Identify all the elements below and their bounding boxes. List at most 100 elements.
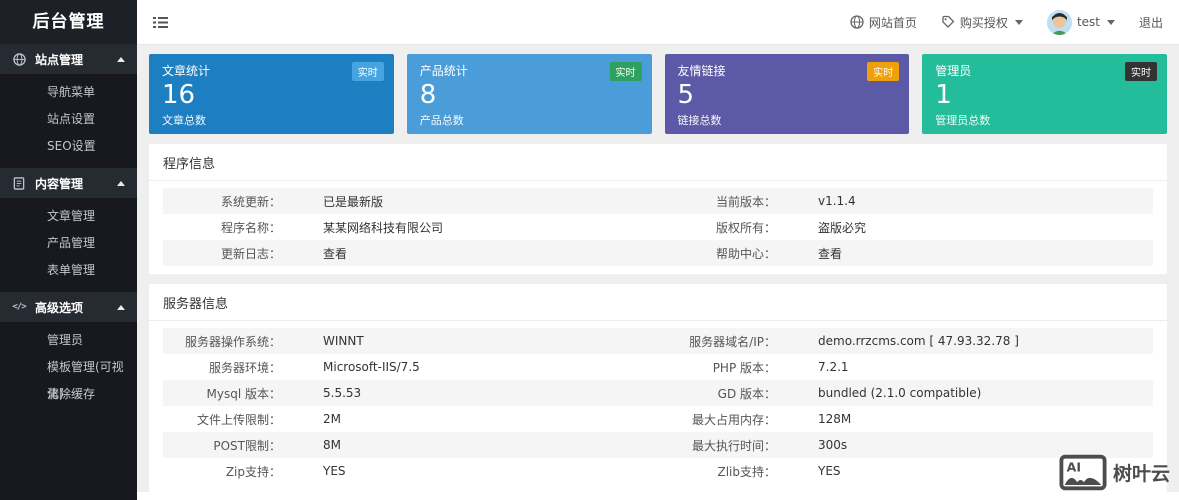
sidebar-item-templates[interactable]: 模板管理(可视化) [0, 354, 137, 401]
sidebar-toggle-icon[interactable] [153, 16, 168, 29]
info-label: Zlib支持： [717, 464, 776, 479]
buy-license-menu[interactable]: 购买授权 [941, 14, 1023, 31]
sidebar: 后台管理 站点管理 导航菜单 站点设置 SEO设置 内容管理 文章管理 产品管理… [0, 0, 137, 500]
info-value: WINNT [323, 334, 364, 348]
sidebar-item-admins[interactable]: 管理员 [0, 327, 137, 354]
realtime-badge: 实时 [351, 62, 384, 81]
stat-card-articles: 文章统计 实时 16 文章总数 [149, 54, 394, 134]
caret-up-icon [117, 180, 125, 186]
info-label: 帮助中心： [715, 246, 776, 261]
card-title: 文章统计 [162, 64, 211, 78]
info-value: YES [818, 464, 841, 478]
sidebar-group-label: 内容管理 [35, 176, 84, 191]
sidebar-group-site[interactable]: 站点管理 [0, 44, 137, 74]
sidebar-item-products[interactable]: 产品管理 [0, 230, 137, 257]
panel-title: 服务器信息 [149, 284, 1167, 321]
globe-icon [12, 52, 26, 66]
info-label: POST限制： [213, 438, 281, 453]
sidebar-item-forms[interactable]: 表单管理 [0, 257, 137, 284]
info-row: 服务器环境： Microsoft-IIS/7.5 PHP 版本： 7.2.1 [163, 354, 1153, 380]
help-center-view-link[interactable]: 查看 [818, 245, 842, 262]
info-label: 程序名称： [220, 220, 281, 235]
main-area: 网站首页 购买授权 test 退出 文章统计 实时 16 文章总数 产品统计 实… [137, 0, 1179, 500]
realtime-badge: 实时 [1125, 62, 1157, 81]
info-row: POST限制： 8M 最大执行时间： 300s [163, 432, 1153, 458]
server-info-panel: 服务器信息 服务器操作系统： WINNT 服务器域名/IP： demo.rrzcms… [149, 284, 1167, 492]
avatar [1046, 9, 1072, 35]
sidebar-item-seo-settings[interactable]: SEO设置 [0, 133, 137, 160]
info-label: Mysql 版本： [206, 386, 281, 401]
realtime-badge: 实时 [867, 62, 900, 81]
info-row: Zip支持： YES Zlib支持： YES [163, 458, 1153, 484]
stat-card-admins: 管理员 实时 1 管理员总数 [922, 54, 1167, 134]
sidebar-submenu-site: 导航菜单 站点设置 SEO设置 [0, 74, 137, 168]
info-value: demo.rrzcms.com [ 47.93.32.78 ] [818, 334, 1019, 348]
code-icon: </> [12, 302, 26, 312]
card-value: 5 [677, 80, 695, 110]
card-title: 友情链接 [677, 64, 726, 78]
svg-text:AI: AI [1067, 460, 1081, 475]
chevron-down-icon [1106, 19, 1115, 25]
card-value: 8 [419, 80, 437, 110]
info-value: 300s [818, 438, 848, 452]
sidebar-group-label: 高级选项 [35, 300, 84, 315]
user-menu[interactable]: test [1046, 9, 1115, 35]
info-value: 已是最新版 [323, 194, 384, 209]
sidebar-item-articles[interactable]: 文章管理 [0, 203, 137, 230]
stat-cards: 文章统计 实时 16 文章总数 产品统计 实时 8 产品总数 友情链接 实时 5… [149, 54, 1167, 134]
watermark-label: 树叶云 [1112, 463, 1170, 485]
info-value: 某某网络科技有限公司 [323, 220, 444, 235]
sidebar-group-content[interactable]: 内容管理 [0, 168, 137, 198]
app-title: 后台管理 [0, 0, 137, 44]
info-label: 最大占用内存： [691, 412, 776, 427]
content: 文章统计 实时 16 文章总数 产品统计 实时 8 产品总数 友情链接 实时 5… [137, 45, 1179, 492]
footer: Copyright © 2012-2018 某某公司 版权所有 Powered … [137, 492, 1179, 500]
info-row: 程序名称： 某某网络科技有限公司 版权所有： 盗版必究 [163, 214, 1153, 240]
site-home-label: 网站首页 [868, 15, 917, 30]
stat-card-links: 友情链接 实时 5 链接总数 [664, 54, 910, 134]
info-label: 文件上传限制： [196, 412, 281, 427]
info-label: GD 版本： [717, 386, 776, 401]
info-row: 更新日志： 查看 帮助中心： 查看 [163, 240, 1153, 266]
info-value: bundled (2.1.0 compatible) [818, 386, 982, 400]
document-icon [12, 176, 26, 190]
info-label: 服务器域名/IP： [689, 334, 776, 349]
info-value: 8M [323, 438, 341, 452]
card-label: 管理员总数 [935, 113, 991, 127]
site-home-link[interactable]: 网站首页 [850, 14, 917, 31]
card-value: 1 [935, 80, 952, 110]
sidebar-item-site-settings[interactable]: 站点设置 [0, 106, 137, 133]
chevron-down-icon [1014, 19, 1023, 25]
info-label: 当前版本： [715, 194, 776, 209]
globe-icon [850, 15, 864, 29]
sidebar-item-clear-cache[interactable]: 清除缓存 [0, 381, 137, 408]
card-value: 16 [162, 80, 196, 110]
info-value: 盗版必究 [818, 220, 867, 235]
info-row: 系统更新： 已是最新版 当前版本： v1.1.4 [163, 188, 1153, 214]
changelog-view-link[interactable]: 查看 [323, 245, 347, 262]
info-value: 128M [818, 412, 852, 426]
info-label: 版权所有： [715, 220, 776, 235]
info-value: 7.2.1 [818, 360, 849, 374]
info-label: 最大执行时间： [691, 438, 776, 453]
caret-up-icon [117, 56, 125, 62]
info-label: 服务器操作系统： [184, 334, 281, 349]
watermark: AI 树叶云 [1059, 454, 1170, 491]
card-label: 链接总数 [677, 113, 722, 127]
info-value: 2M [323, 412, 341, 426]
logout-button[interactable]: 退出 [1139, 14, 1163, 31]
card-title: 管理员 [935, 64, 972, 78]
sidebar-submenu-advanced: 管理员 模板管理(可视化) 清除缓存 [0, 322, 137, 416]
sidebar-group-advanced[interactable]: </> 高级选项 [0, 292, 137, 322]
info-row: Mysql 版本： 5.5.53 GD 版本： bundled (2.1.0 com… [163, 380, 1153, 406]
sidebar-group-label: 站点管理 [35, 52, 84, 67]
info-label: 更新日志： [220, 246, 281, 261]
info-value: v1.1.4 [818, 194, 856, 208]
topbar: 网站首页 购买授权 test 退出 [137, 0, 1179, 45]
sidebar-submenu-content: 文章管理 产品管理 表单管理 [0, 198, 137, 292]
info-value: 5.5.53 [323, 386, 362, 400]
caret-up-icon [117, 304, 125, 310]
image-placeholder-icon: AI [1059, 454, 1107, 491]
sidebar-item-nav-menu[interactable]: 导航菜单 [0, 79, 137, 106]
card-label: 文章总数 [162, 113, 206, 127]
